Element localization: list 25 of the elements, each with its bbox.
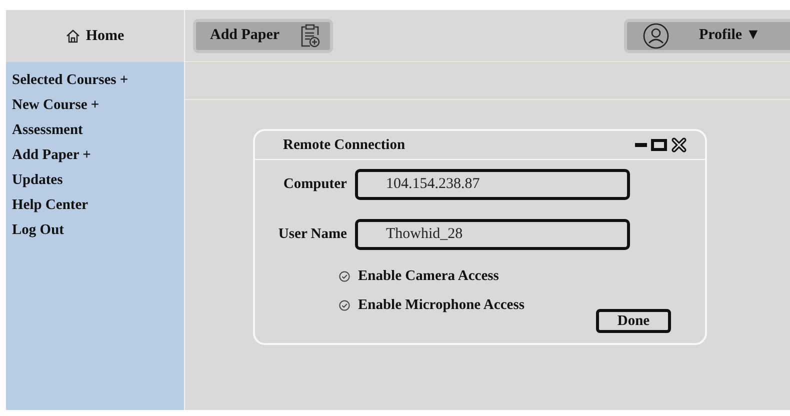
- checkbox-label: Enable Camera Access: [358, 268, 499, 285]
- input-field[interactable]: 104.154.238.87: [355, 169, 630, 200]
- home-link[interactable]: Home: [86, 28, 124, 44]
- checkbox-icon[interactable]: [339, 300, 350, 311]
- home-icon: [66, 29, 80, 43]
- sidebar-item[interactable]: Add Paper +: [12, 145, 178, 165]
- dialog-title: Remote Connection: [283, 136, 406, 154]
- checkbox-label: Enable Microphone Access: [358, 297, 524, 314]
- sidebar-item[interactable]: Updates: [12, 170, 178, 190]
- sidebar-item[interactable]: Selected Courses +: [12, 70, 178, 90]
- profile-button[interactable]: Profile ▼: [624, 18, 790, 52]
- sidebar-item[interactable]: Help Center: [12, 195, 178, 215]
- checkbox-icon[interactable]: [339, 271, 350, 282]
- close-icon[interactable]: [671, 137, 687, 153]
- clipboard-plus-icon: [300, 24, 320, 48]
- field-label: Computer: [282, 176, 348, 193]
- sidebar-item[interactable]: Assessment: [12, 120, 178, 140]
- user-icon: [643, 22, 669, 48]
- sidebar-item[interactable]: Log Out: [12, 220, 178, 240]
- done-button[interactable]: Done: [596, 309, 671, 333]
- sidebar-item[interactable]: New Course +: [12, 95, 178, 115]
- input-field[interactable]: Thowhid_28: [355, 219, 630, 250]
- maximize-icon[interactable]: [651, 139, 667, 151]
- add-paper-button[interactable]: Add Paper: [193, 18, 333, 52]
- field-label: User Name: [277, 226, 348, 243]
